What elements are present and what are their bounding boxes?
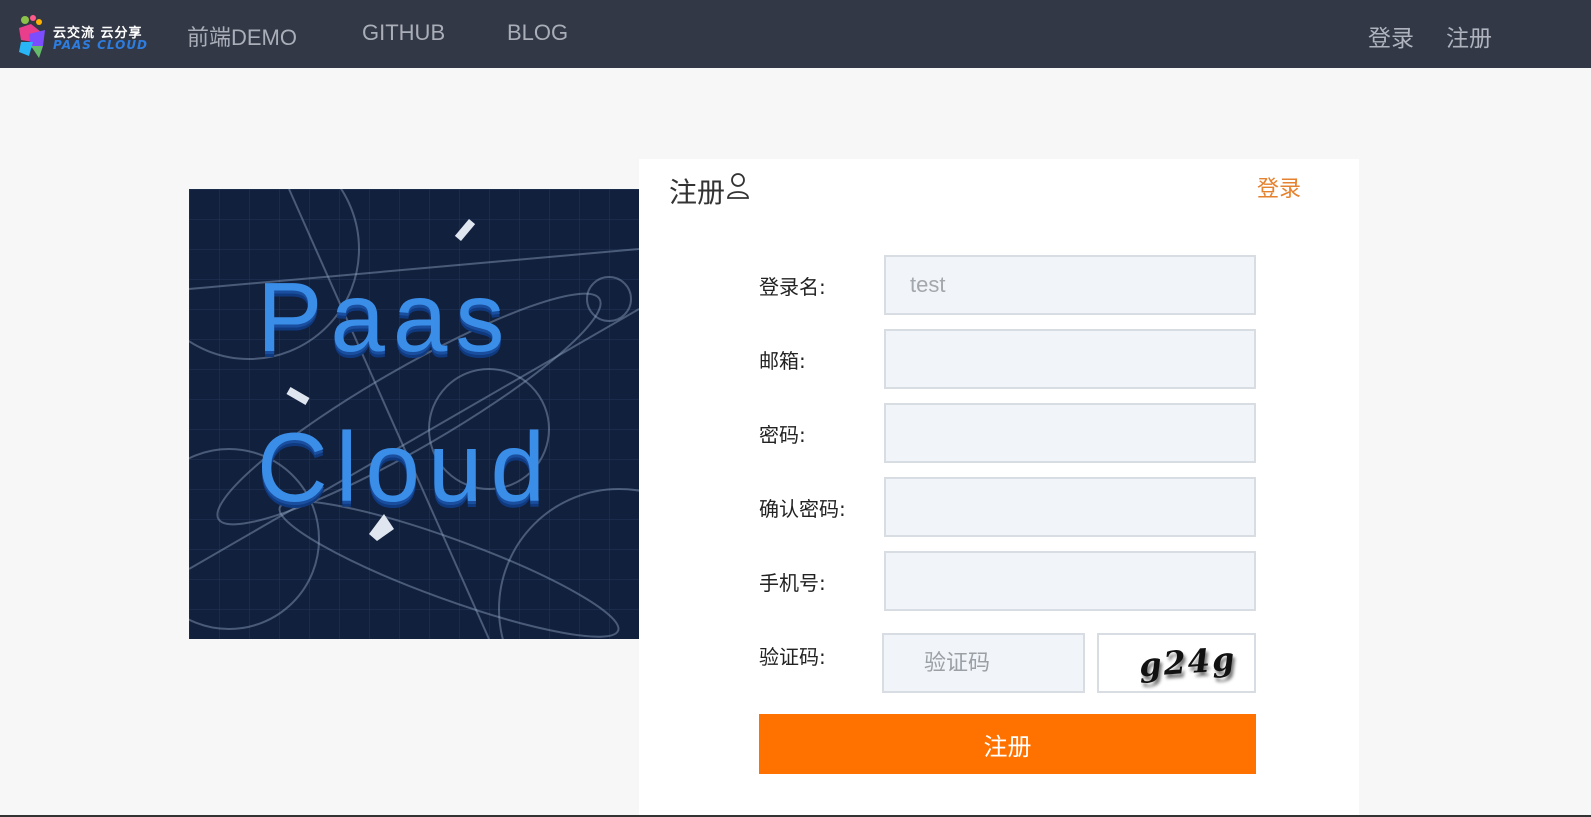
phone-input[interactable] [884,551,1256,611]
email-label: 邮箱: [759,349,806,373]
banner-text-paas: Paas [257,262,513,372]
switch-to-login-link[interactable]: 登录 [1257,171,1301,203]
register-card: 注册 登录 登录名: 邮箱: 密码: 确认密码: 手机号: 验证码: g24g … [639,159,1359,817]
banner-text-cloud: Cloud [257,412,554,522]
nav-login-link[interactable]: 登录 [1368,19,1414,53]
captcha-image[interactable]: g24g [1097,633,1256,693]
nav-register-link[interactable]: 注册 [1446,19,1492,53]
user-icon [727,173,749,199]
password-input[interactable] [884,403,1256,463]
captcha-label: 验证码: [759,645,826,669]
confirm-password-input[interactable] [884,477,1256,537]
nav-link-github[interactable]: GITHUB [362,20,445,46]
site-logo[interactable]: 云交流 云分享 PAAS CLOUD [15,12,157,60]
username-label: 登录名: [759,275,826,299]
captcha-code-text: g24g [1137,639,1238,685]
email-input[interactable] [884,329,1256,389]
top-navbar: 云交流 云分享 PAAS CLOUD 前端DEMO GITHUB BLOG 登录… [0,0,1591,68]
nav-link-blog[interactable]: BLOG [507,20,568,46]
nav-link-frontend-demo[interactable]: 前端DEMO [187,20,297,52]
captcha-input[interactable] [882,633,1085,693]
logo-mark-icon [19,15,45,58]
logo-brand-text: PAAS CLOUD [53,38,149,52]
phone-label: 手机号: [759,571,826,595]
register-title: 注册 [669,176,726,209]
username-input[interactable] [884,255,1256,315]
paas-cloud-banner-image: Paas Cloud [189,189,639,639]
password-label: 密码: [759,423,806,447]
register-submit-button[interactable]: 注册 [759,714,1256,774]
confirm-password-label: 确认密码: [759,497,846,521]
